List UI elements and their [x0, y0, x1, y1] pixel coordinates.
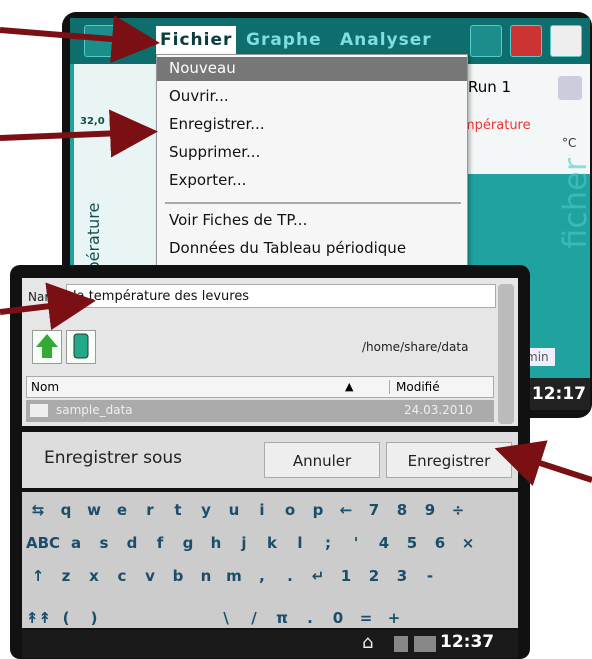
annotation-arrows: [0, 15, 592, 486]
arrow-to-name: [0, 282, 96, 331]
arrow-to-save: [494, 440, 592, 486]
arrow-to-enregistrer: [0, 109, 158, 158]
arrow-to-fichier: [0, 15, 160, 64]
